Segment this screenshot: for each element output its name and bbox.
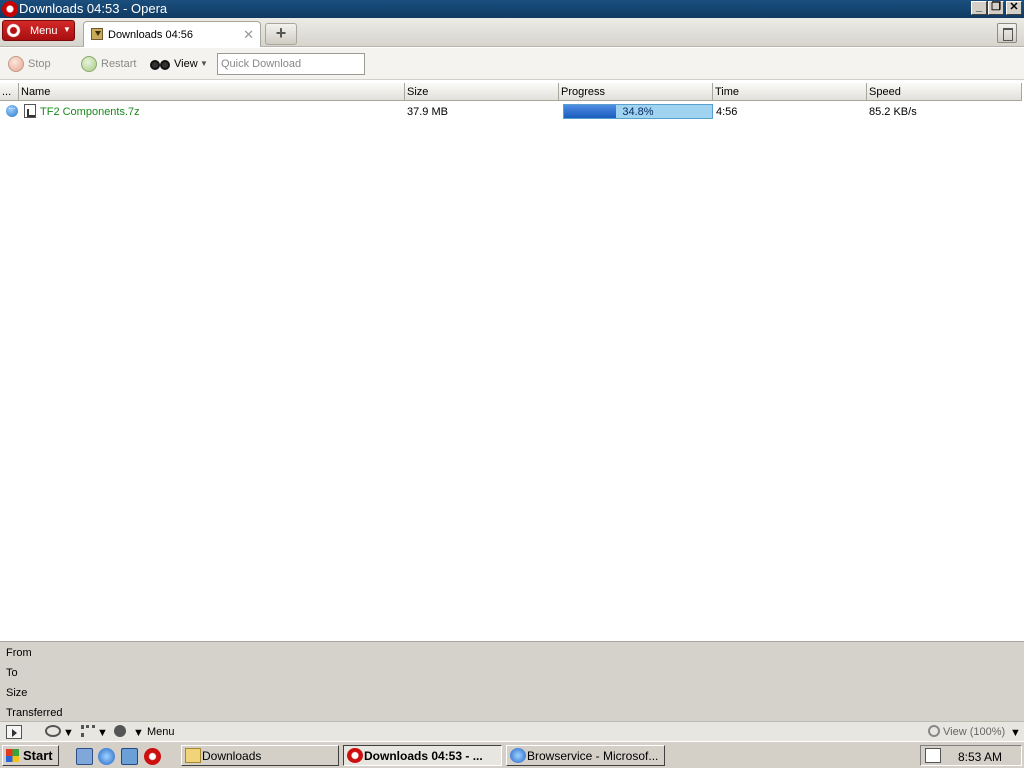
tray-app-icon[interactable] [925, 748, 941, 763]
network-icon[interactable] [121, 748, 138, 765]
stop-icon [8, 56, 24, 72]
view-button[interactable]: View ▼ [150, 55, 210, 73]
folder-icon [185, 748, 201, 763]
status-menu-button[interactable]: Menu [147, 726, 175, 740]
maximize-button[interactable]: ❐ [988, 1, 1004, 15]
stop-button[interactable]: Stop [8, 55, 58, 73]
start-label: Start [23, 748, 53, 763]
task-label: Downloads 04:53 - ... [364, 749, 483, 763]
panel-toggle-icon[interactable] [6, 725, 22, 739]
windows-taskbar: Start Downloads Downloads 04:53 - ... Br… [0, 741, 1024, 768]
restart-icon [81, 56, 97, 72]
opera-logo-icon [6, 23, 21, 38]
show-desktop-icon[interactable] [76, 748, 93, 765]
file-icon [24, 104, 36, 118]
chevron-down-icon[interactable]: ▼ [133, 727, 144, 741]
downloading-status-icon [6, 101, 18, 117]
tab-downloads[interactable]: Downloads 04:56 ✕ [83, 21, 261, 47]
downloads-toolbar: Stop Restart View ▼ [0, 48, 1024, 80]
column-header-status[interactable]: ... [0, 83, 19, 101]
opera-logo-icon[interactable] [144, 748, 161, 765]
task-label: Browservice - Microsof... [527, 749, 659, 763]
to-label: To [6, 667, 18, 679]
clock[interactable]: 8:53 AM [958, 750, 1002, 764]
start-button[interactable]: Start [2, 745, 59, 766]
opera-menu-button[interactable]: Menu ▼ [2, 20, 75, 41]
column-header-progress[interactable]: Progress [559, 83, 713, 101]
trash-icon[interactable] [997, 23, 1017, 43]
task-label: Downloads [202, 749, 262, 763]
internet-explorer-icon [510, 748, 526, 763]
chevron-down-icon: ▼ [63, 25, 71, 34]
download-details-panel: From To Size Transferred [0, 641, 1024, 721]
window-titlebar: Downloads 04:53 - Opera _ ❐ ✕ [0, 0, 1024, 18]
close-window-button[interactable]: ✕ [1006, 1, 1022, 15]
progress-text: 34.8% [622, 106, 654, 118]
quick-download-input[interactable] [217, 53, 365, 75]
column-header-speed[interactable]: Speed [867, 83, 1022, 101]
chevron-down-icon[interactable]: ▼ [97, 727, 108, 741]
new-tab-button[interactable]: + [265, 23, 297, 45]
downloads-table-header: ... Name Size Progress Time Speed [0, 83, 1024, 101]
opera-logo-icon [347, 748, 363, 763]
tab-close-button[interactable]: ✕ [243, 27, 254, 43]
stop-label: Stop [28, 58, 51, 70]
column-header-name[interactable]: Name [19, 83, 405, 101]
turbo-icon[interactable] [114, 725, 126, 737]
minimize-button[interactable]: _ [971, 1, 987, 15]
chevron-down-icon[interactable]: ▼ [1010, 727, 1021, 741]
windows-logo-icon [6, 749, 19, 762]
taskbar-item-opera-downloads[interactable]: Downloads 04:53 - ... [343, 745, 502, 766]
column-header-size[interactable]: Size [405, 83, 559, 101]
restart-button[interactable]: Restart [81, 55, 141, 73]
chevron-down-icon: ▼ [200, 59, 208, 68]
download-size: 37.9 MB [407, 106, 448, 118]
transferred-label: Transferred [6, 707, 63, 719]
system-tray: 8:53 AM [920, 745, 1022, 766]
binoculars-icon [150, 58, 172, 70]
menu-label: Menu [30, 25, 58, 37]
chevron-down-icon[interactable]: ▼ [63, 727, 74, 741]
taskbar-item-browservice[interactable]: Browservice - Microsof... [506, 745, 665, 766]
zoom-icon [928, 725, 940, 737]
unite-icon[interactable] [81, 725, 95, 737]
tab-bar: Menu ▼ Downloads 04:56 ✕ + [0, 18, 1024, 47]
opera-logo-icon [2, 1, 18, 17]
from-label: From [6, 647, 32, 659]
download-row[interactable]: TF2 Components.7z 37.9 MB 34.8% 4:56 85.… [0, 101, 1024, 121]
view-label: View [174, 58, 198, 70]
download-time: 4:56 [716, 106, 738, 118]
status-bar: ▼ ▼ ▼ Menu View (100%) ▼ [0, 721, 1024, 741]
sync-icon[interactable] [45, 725, 61, 737]
taskbar-item-downloads-folder[interactable]: Downloads [181, 745, 339, 766]
download-progress-bar: 34.8% [563, 104, 713, 119]
tab-label: Downloads 04:56 [108, 29, 194, 41]
download-speed: 85.2 KB/s [869, 106, 917, 118]
zoom-level-button[interactable]: View (100%) [943, 726, 1005, 740]
download-icon [91, 28, 103, 40]
download-name: TF2 Components.7z [40, 106, 140, 118]
column-header-time[interactable]: Time [713, 83, 867, 101]
window-title: Downloads 04:53 - Opera [19, 1, 168, 16]
restart-label: Restart [101, 58, 137, 70]
internet-explorer-icon[interactable] [98, 748, 115, 765]
size-label: Size [6, 687, 28, 699]
